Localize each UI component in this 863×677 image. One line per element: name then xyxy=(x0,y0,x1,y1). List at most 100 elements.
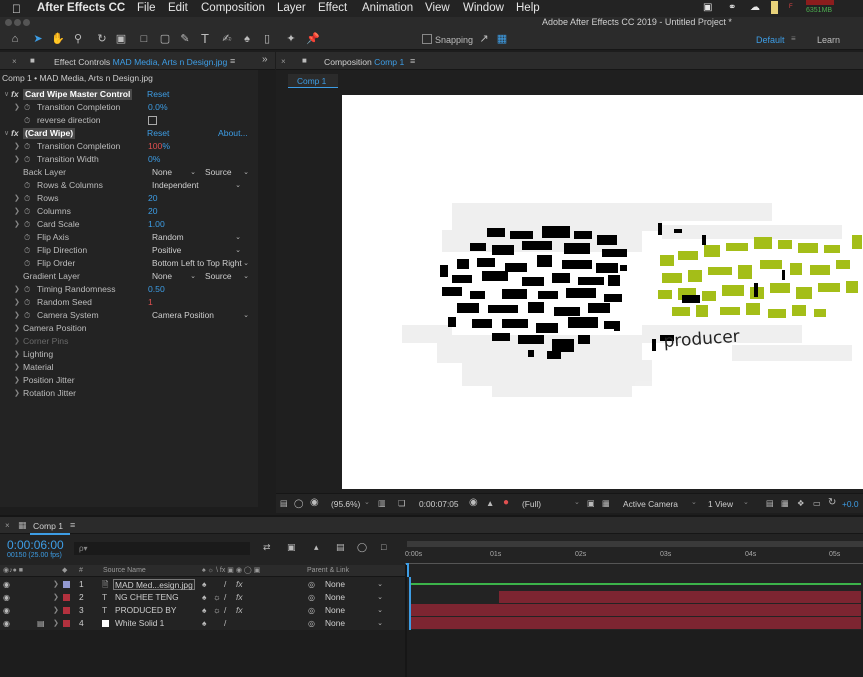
work-area-bar[interactable] xyxy=(407,541,863,547)
layer-duration-bar[interactable] xyxy=(409,578,861,590)
twirl-icon[interactable]: ❯ xyxy=(14,205,20,218)
stopwatch-icon[interactable]: ⏱ xyxy=(24,257,30,270)
layer-name[interactable]: NG CHEE TENG xyxy=(115,591,179,604)
stopwatch-icon[interactable]: ⏱ xyxy=(24,205,30,218)
effect-master-header[interactable]: ∨ fx Card Wipe Master Control Reset xyxy=(0,88,258,101)
exposure-value[interactable]: +0.0 xyxy=(842,499,859,509)
param-checkbox[interactable] xyxy=(148,116,157,125)
fast-previews-icon[interactable]: ▣ xyxy=(587,498,595,508)
motion-blur-icon[interactable]: ◯ xyxy=(357,542,367,553)
twirl-icon[interactable]: ❯ xyxy=(53,617,59,630)
close-panel-icon[interactable]: × xyxy=(12,57,17,66)
collapse-switch-icon[interactable]: ☼ xyxy=(213,604,221,617)
menu-window[interactable]: Window xyxy=(463,2,504,14)
flip-axis-dropdown[interactable]: Random ⌄ xyxy=(149,232,244,243)
param-row[interactable]: ⏱ reverse direction xyxy=(0,114,258,127)
puppet-pin-tool-icon[interactable]: 📌 xyxy=(306,32,320,46)
gradient-layer-source-dropdown[interactable]: Source ⌄ xyxy=(202,271,252,282)
menu-help[interactable]: Help xyxy=(516,2,540,14)
stopwatch-icon[interactable]: ⏱ xyxy=(24,140,30,153)
menu-composition[interactable]: Composition xyxy=(201,2,265,14)
stopwatch-icon[interactable]: ⏱ xyxy=(24,296,30,309)
snap-edges-icon[interactable]: ↗ xyxy=(477,32,491,46)
effect-cardwipe-header[interactable]: ∨ fx (Card Wipe) Reset About... xyxy=(0,127,258,140)
snap-features-icon[interactable]: ▦ xyxy=(495,32,509,46)
twirl-icon[interactable]: ❯ xyxy=(14,374,20,387)
param-row[interactable]: Back Layer None ⌄ Source ⌄ xyxy=(0,166,258,179)
effect-name[interactable]: (Card Wipe) xyxy=(23,128,76,139)
zoom-level[interactable]: (95.6%) xyxy=(331,499,360,509)
eye-icon[interactable]: ◉ xyxy=(3,578,10,591)
twirl-icon[interactable]: ❯ xyxy=(53,604,59,617)
window-close-icon[interactable] xyxy=(5,19,12,26)
shy-switch-icon[interactable]: ♠ xyxy=(202,591,206,604)
pickwhip-icon[interactable]: ◎ xyxy=(308,578,315,591)
param-value[interactable]: 20 xyxy=(148,205,158,218)
effect-switch-icon[interactable]: fx xyxy=(236,604,243,617)
flip-order-dropdown[interactable]: Bottom Left to Top Right ⌄ xyxy=(149,258,252,269)
shy-switch-icon[interactable]: ♠ xyxy=(202,617,206,630)
twirl-icon[interactable]: ❯ xyxy=(14,309,20,322)
pan-behind-tool-icon[interactable]: □ xyxy=(137,32,151,46)
chevron-down-icon[interactable]: ⌄ xyxy=(574,498,580,506)
param-row[interactable]: ❯ ⏱ Transition Completion 100% xyxy=(0,140,258,153)
param-value[interactable]: 1.00 xyxy=(148,218,165,231)
twirl-icon[interactable]: ❯ xyxy=(14,296,20,309)
menu-effect[interactable]: Effect xyxy=(318,2,347,14)
pickwhip-icon[interactable]: ◎ xyxy=(308,617,315,630)
stopwatch-icon[interactable]: ⏱ xyxy=(24,179,30,192)
shy-switch-icon[interactable]: ♠ xyxy=(202,578,206,591)
menu-file[interactable]: File xyxy=(137,2,156,14)
close-panel-icon[interactable]: × xyxy=(281,57,286,66)
screen-record-icon[interactable]: ▣ xyxy=(703,2,712,13)
viewer-timecode[interactable]: 0:00:07:05 xyxy=(419,499,459,509)
type-tool-icon[interactable]: T xyxy=(198,32,212,46)
window-zoom-icon[interactable] xyxy=(23,19,30,26)
about-link[interactable]: About... xyxy=(218,127,248,140)
shy-switch-icon[interactable]: ♠ xyxy=(202,604,206,617)
pen-tool-icon[interactable]: ✎ xyxy=(178,32,192,46)
layer-search-input[interactable]: ρ▾ xyxy=(74,542,250,555)
twirl-icon[interactable]: ❯ xyxy=(14,361,20,374)
param-value[interactable]: 0.0% xyxy=(148,101,168,114)
resolution-dropdown[interactable]: (Full) xyxy=(522,499,541,509)
lock-icon[interactable]: ▤ xyxy=(37,617,45,630)
stopwatch-icon[interactable]: ⏱ xyxy=(24,231,30,244)
chevron-down-icon[interactable]: ⌄ xyxy=(691,498,697,506)
param-row[interactable]: ⏱ Flip Direction Positive ⌄ xyxy=(0,244,258,257)
shy-layers-icon[interactable]: ▴ xyxy=(314,542,319,553)
quality-switch-icon[interactable]: / xyxy=(224,617,226,630)
brush-tool-icon[interactable]: ✍ xyxy=(220,32,234,46)
eye-icon[interactable]: ◉ xyxy=(3,591,10,604)
stopwatch-icon[interactable]: ⏱ xyxy=(24,153,30,166)
stopwatch-icon[interactable]: ⏱ xyxy=(24,244,30,257)
twirl-icon[interactable]: ❯ xyxy=(14,335,20,348)
rotate-tool-icon[interactable]: ↻ xyxy=(95,32,109,46)
stopwatch-icon[interactable]: ⏱ xyxy=(24,101,30,114)
show-snapshot-icon[interactable]: ▲ xyxy=(486,498,494,508)
cloud-icon[interactable]: ☁ xyxy=(750,2,760,13)
collapse-switch-icon[interactable]: ☼ xyxy=(213,591,221,604)
parent-dropdown[interactable]: None ⌄ xyxy=(322,605,386,616)
layer-row[interactable]: ◉ ❯ 3 T PRODUCED BY ♠ ☼ / fx ◎ None ⌄ xyxy=(0,604,405,617)
eye-icon[interactable]: ◉ xyxy=(3,604,10,617)
twirl-icon[interactable]: ❯ xyxy=(53,578,59,591)
selection-tool-icon[interactable]: ➤ xyxy=(31,32,45,46)
eraser-tool-icon[interactable]: ▯ xyxy=(260,32,274,46)
chevron-down-icon[interactable]: ⌄ xyxy=(743,498,749,506)
parent-dropdown[interactable]: None ⌄ xyxy=(322,618,386,629)
time-ruler[interactable]: 0:00s 01s 02s 03s 04s 05s xyxy=(405,537,863,577)
mask-visibility-icon[interactable]: ❏ xyxy=(398,498,406,508)
snapshot-icon[interactable]: ◉ xyxy=(469,497,478,508)
camera-tool-icon[interactable]: ▣ xyxy=(114,32,128,46)
window-minimize-icon[interactable] xyxy=(14,19,21,26)
twirl-icon[interactable]: ❯ xyxy=(14,153,20,166)
param-row[interactable]: ❯ ⏱ Transition Completion 0.0% xyxy=(0,101,258,114)
twirl-icon[interactable]: ❯ xyxy=(53,591,59,604)
quality-switch-icon[interactable]: / xyxy=(224,604,226,617)
graph-editor-icon[interactable]: □ xyxy=(381,542,386,552)
layer-name[interactable]: MAD Med...esign.jpg xyxy=(113,579,195,590)
param-row[interactable]: ⏱ Flip Axis Random ⌄ xyxy=(0,231,258,244)
hand-tool-icon[interactable]: ✋ xyxy=(51,32,65,46)
workspace-default[interactable]: Default xyxy=(756,35,785,45)
